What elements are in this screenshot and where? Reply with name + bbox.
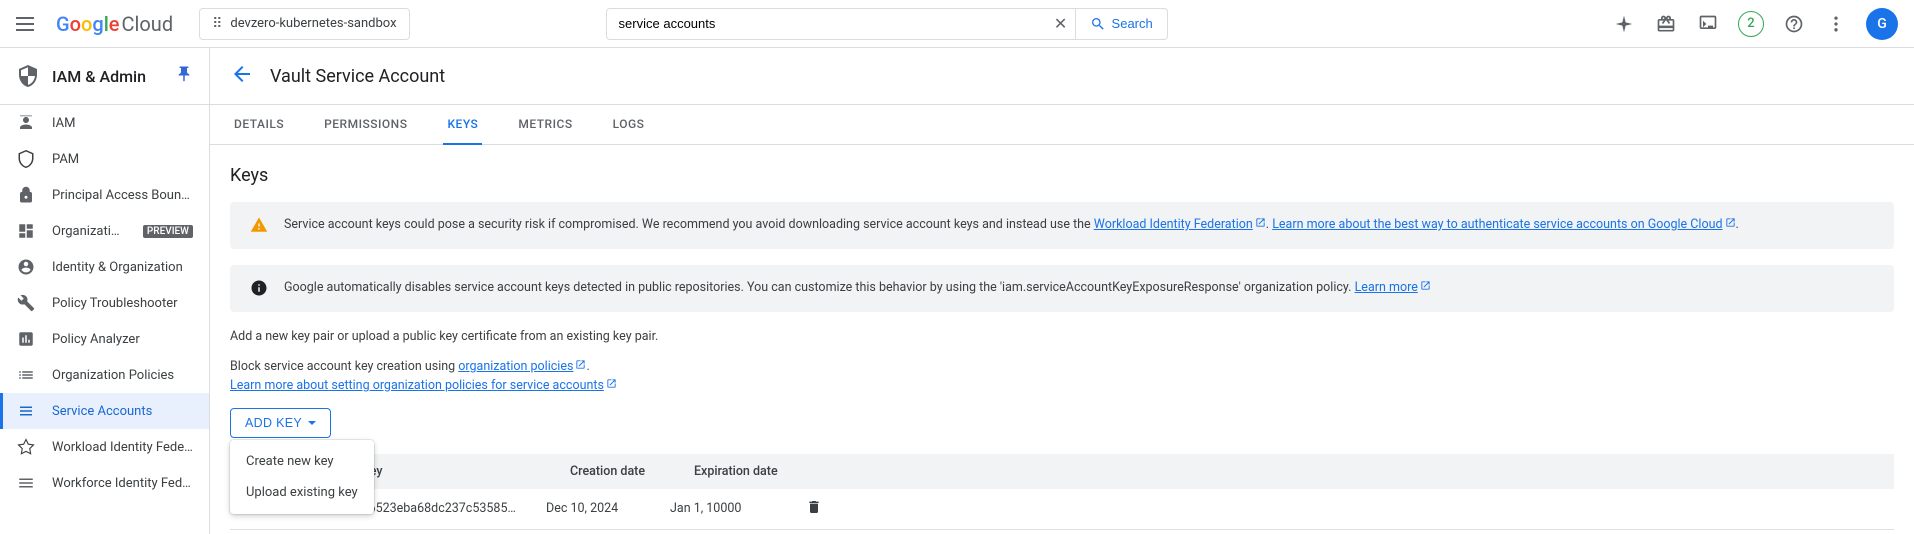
sidebar-item-policy-analyzer[interactable]: Policy Analyzer <box>0 321 209 357</box>
external-link-icon <box>1725 216 1736 227</box>
sidebar-item-workforce-identity-federa-[interactable]: Workforce Identity Federa... <box>0 465 209 501</box>
wif-link[interactable]: Workload Identity Federation <box>1094 217 1266 232</box>
list-icon <box>16 365 36 385</box>
sidebar-item-label: Principal Access Boundary <box>52 188 193 203</box>
tab-permissions[interactable]: PERMISSIONS <box>320 105 411 145</box>
external-link-icon <box>1420 279 1431 290</box>
identity-icon <box>16 257 36 277</box>
sidebar-item-workload-identity-federat-[interactable]: Workload Identity Federat... <box>0 429 209 465</box>
external-link-icon <box>606 377 617 388</box>
tab-logs[interactable]: LOGS <box>609 105 649 145</box>
tab-metrics[interactable]: METRICS <box>514 105 576 145</box>
search-label: Search <box>1112 16 1153 31</box>
cloudshell-icon[interactable] <box>1696 12 1720 36</box>
gift-icon[interactable] <box>1654 12 1678 36</box>
shield-icon <box>16 149 36 169</box>
sidebar-item-principal-access-boundary[interactable]: Principal Access Boundary <box>0 177 209 213</box>
external-link-icon <box>575 358 586 369</box>
preview-badge: PREVIEW <box>143 225 193 238</box>
create-new-key-item[interactable]: Create new key <box>230 446 374 477</box>
sidebar-item-organizations[interactable]: Organizations PREVIEW <box>0 213 209 249</box>
iam-admin-icon <box>16 64 40 88</box>
search-icon <box>1090 16 1106 32</box>
help-icon[interactable] <box>1782 12 1806 36</box>
delete-key-button[interactable] <box>794 499 834 519</box>
keys-heading: Keys <box>230 165 1894 186</box>
back-arrow-icon[interactable] <box>230 62 254 90</box>
wrench-icon <box>16 293 36 313</box>
key-created: Dec 10, 2024 <box>546 501 646 516</box>
gemini-icon[interactable] <box>1612 12 1636 36</box>
pin-icon[interactable] <box>175 65 193 87</box>
warning-alert: Service account keys could pose a securi… <box>230 202 1894 249</box>
avatar[interactable]: G <box>1866 8 1898 40</box>
sidebar-item-label: Policy Analyzer <box>52 332 193 347</box>
org-icon <box>16 221 36 241</box>
sidebar-item-pam[interactable]: PAM <box>0 141 209 177</box>
sidebar-item-iam[interactable]: IAM <box>0 105 209 141</box>
add-key-button[interactable]: ADD KEY <box>230 408 331 438</box>
search-input[interactable] <box>606 8 1076 40</box>
sidebar-item-identity-organization[interactable]: Identity & Organization <box>0 249 209 285</box>
sidebar-item-label: IAM <box>52 116 193 131</box>
menu-icon[interactable] <box>16 12 40 36</box>
key-expires: Jan 1, 10000 <box>670 501 770 516</box>
menu-icon <box>16 473 36 493</box>
project-name: devzero-kubernetes-sandbox <box>230 16 396 31</box>
search-button[interactable]: Search <box>1076 8 1168 40</box>
sidebar-item-label: Workload Identity Federat... <box>52 440 193 455</box>
sidebar-item-label: Identity & Organization <box>52 260 193 275</box>
external-link-icon <box>1255 216 1266 227</box>
notifications-badge[interactable]: 2 <box>1738 11 1764 37</box>
learn-org-policies-link[interactable]: Learn more about setting organization po… <box>230 378 617 393</box>
service-icon <box>16 401 36 421</box>
project-picker[interactable]: ⠿ devzero-kubernetes-sandbox <box>199 8 409 40</box>
warning-icon <box>250 216 268 234</box>
iam-icon <box>16 113 36 133</box>
clear-search-icon[interactable]: ✕ <box>1046 14 1076 33</box>
analyze-icon <box>16 329 36 349</box>
upload-existing-key-item[interactable]: Upload existing key <box>230 477 374 508</box>
sidebar-item-label: PAM <box>52 152 193 167</box>
sidebar-item-service-accounts[interactable]: Service Accounts <box>0 393 209 429</box>
project-icon: ⠿ <box>212 16 222 32</box>
logo-text: Cloud <box>122 12 174 36</box>
table-row: c6523eba68dc237c535855063e12a7501d100210… <box>230 489 1894 530</box>
caret-down-icon <box>308 421 316 425</box>
info-icon <box>250 279 268 297</box>
tab-details[interactable]: DETAILS <box>230 105 288 145</box>
table-header: Key Creation date Expiration date <box>230 454 1894 489</box>
desc-block-key: Block service account key creation using… <box>230 358 1894 396</box>
more-icon[interactable] <box>1824 12 1848 36</box>
workload-icon <box>16 437 36 457</box>
gcp-logo[interactable]: Google Cloud <box>56 12 173 36</box>
sidebar-item-label: Workforce Identity Federa... <box>52 476 193 491</box>
sidebar-item-policy-troubleshooter[interactable]: Policy Troubleshooter <box>0 285 209 321</box>
sidebar-item-label: Organizations <box>52 224 127 239</box>
tab-keys[interactable]: KEYS <box>443 105 482 145</box>
sidebar-title: IAM & Admin <box>0 48 209 105</box>
learn-more-auth-link[interactable]: Learn more about the best way to authent… <box>1272 217 1735 232</box>
sidebar-item-label: Service Accounts <box>52 404 193 419</box>
lock-icon <box>16 185 36 205</box>
add-key-dropdown: Create new key Upload existing key <box>230 440 374 514</box>
page-title: Vault Service Account <box>270 66 445 87</box>
sidebar-item-organization-policies[interactable]: Organization Policies <box>0 357 209 393</box>
org-policies-link[interactable]: organization policies <box>458 359 586 374</box>
sidebar-item-label: Policy Troubleshooter <box>52 296 193 311</box>
info-alert: Google automatically disables service ac… <box>230 265 1894 312</box>
sidebar-item-label: Organization Policies <box>52 368 193 383</box>
learn-more-disable-link[interactable]: Learn more <box>1355 280 1431 295</box>
desc-add-key: Add a new key pair or upload a public ke… <box>230 328 1894 347</box>
